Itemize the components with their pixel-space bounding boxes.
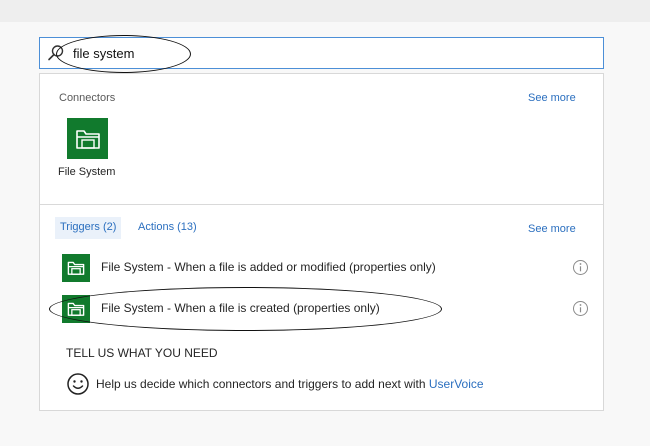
tab-actions[interactable]: Actions (13)	[138, 221, 197, 233]
trigger-label: File System - When a file is added or mo…	[101, 260, 436, 274]
results-panel: Connectors See more File System Triggers…	[39, 73, 604, 411]
smiley-icon	[67, 373, 89, 395]
section-divider	[40, 204, 603, 205]
search-icon	[48, 45, 64, 61]
info-icon[interactable]	[572, 300, 589, 317]
search-input[interactable]	[73, 43, 593, 63]
triggers-see-more-link[interactable]: See more	[528, 223, 576, 235]
feedback-heading: TELL US WHAT YOU NEED	[66, 346, 218, 360]
connectors-section-label: Connectors	[59, 92, 116, 104]
search-box[interactable]	[39, 37, 604, 69]
connector-tile-file-system[interactable]: File System	[58, 115, 118, 185]
info-icon[interactable]	[572, 259, 589, 276]
top-bar	[0, 0, 650, 22]
feedback-row: Help us decide which connectors and trig…	[66, 372, 566, 398]
feedback-message: Help us decide which connectors and trig…	[96, 377, 429, 391]
connector-name: File System	[58, 166, 116, 178]
tab-triggers[interactable]: Triggers (2)	[55, 217, 122, 239]
folder-icon	[62, 295, 90, 323]
trigger-label: File System - When a file is created (pr…	[101, 301, 380, 315]
connectors-see-more-link[interactable]: See more	[528, 92, 576, 104]
folder-icon	[62, 254, 90, 282]
uservoice-link[interactable]: UserVoice	[429, 377, 484, 391]
folder-icon	[67, 118, 108, 159]
trigger-row[interactable]: File System - When a file is created (pr…	[58, 293, 598, 325]
trigger-row[interactable]: File System - When a file is added or mo…	[58, 252, 598, 284]
feedback-text: Help us decide which connectors and trig…	[96, 377, 484, 391]
